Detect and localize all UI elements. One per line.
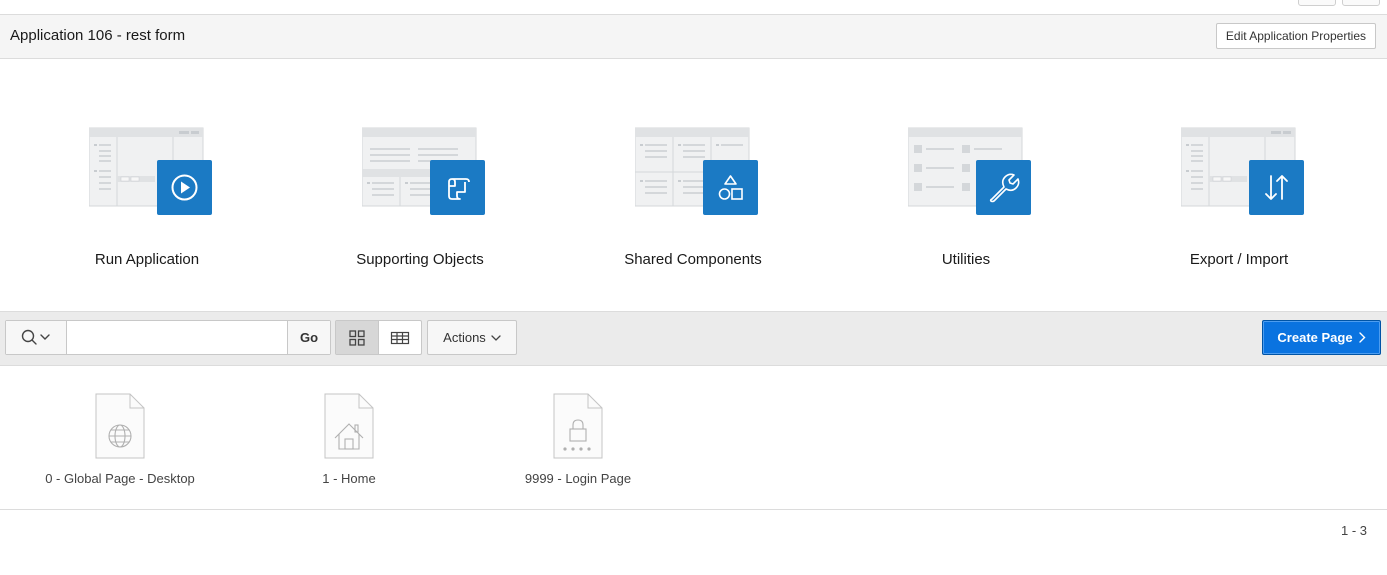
- actions-label: Actions: [443, 330, 486, 345]
- tile-shared-components[interactable]: Shared Components: [583, 60, 803, 310]
- search-bar: Go: [5, 320, 331, 355]
- tile-utilities[interactable]: Utilities: [856, 60, 1076, 310]
- top-strip: [0, 0, 1387, 15]
- search-input[interactable]: [67, 321, 287, 354]
- page-document-icon: [95, 393, 145, 459]
- page-document-icon: [324, 393, 374, 459]
- tile-label: Utilities: [941, 251, 991, 268]
- top-strip-button[interactable]: [1298, 0, 1336, 6]
- table-icon: [390, 331, 409, 344]
- report-view-button[interactable]: [379, 321, 422, 354]
- tile-supporting-objects[interactable]: Supporting Objects: [310, 60, 530, 310]
- tile-label: Export / Import: [1189, 251, 1289, 268]
- edit-application-properties-button[interactable]: Edit Application Properties: [1215, 23, 1376, 49]
- page-item-label: 0 - Global Page - Desktop: [45, 471, 195, 486]
- icon-view-button[interactable]: [336, 321, 379, 354]
- page-item-global[interactable]: 0 - Global Page - Desktop: [20, 367, 220, 507]
- chevron-down-icon: [491, 334, 501, 341]
- go-button[interactable]: Go: [287, 321, 330, 354]
- page-item-home[interactable]: 1 - Home: [249, 367, 449, 507]
- page-item-label: 9999 - Login Page: [524, 471, 632, 486]
- grid-icon: [349, 329, 365, 346]
- create-page-button[interactable]: Create Page: [1262, 320, 1381, 355]
- run-application-illustration: [89, 127, 212, 215]
- create-page-label: Create Page: [1277, 330, 1353, 345]
- search-options-menu[interactable]: [6, 321, 67, 354]
- top-strip-button[interactable]: [1342, 0, 1380, 6]
- chevron-right-icon: [1358, 332, 1366, 343]
- view-toggle: [335, 320, 422, 355]
- pagination-range: 1 - 3: [1340, 523, 1367, 538]
- page-list: 0 - Global Page - Desktop 1 - Home 9999 …: [0, 367, 1387, 510]
- utilities-illustration: [908, 127, 1031, 215]
- page-document-icon: [553, 393, 603, 459]
- export-import-illustration: [1181, 127, 1304, 215]
- tile-label: Shared Components: [624, 251, 762, 268]
- tile-run-application[interactable]: Run Application: [37, 60, 257, 310]
- actions-menu-button[interactable]: Actions: [427, 320, 517, 355]
- page-item-label: 1 - Home: [322, 471, 376, 486]
- shared-components-illustration: [635, 127, 758, 215]
- page-item-login[interactable]: 9999 - Login Page: [478, 367, 678, 507]
- chevron-down-icon: [40, 334, 50, 340]
- tile-label: Run Application: [94, 251, 200, 268]
- tile-label: Supporting Objects: [356, 251, 484, 268]
- page-title: Application 106 - rest form: [10, 27, 186, 44]
- tile-export-import[interactable]: Export / Import: [1129, 60, 1349, 310]
- app-header: Application 106 - rest form Edit Applica…: [0, 15, 1387, 59]
- search-icon: [21, 329, 37, 345]
- dashboard-tiles: Run Application Supporting Objects Share…: [0, 60, 1387, 311]
- supporting-objects-illustration: [362, 127, 485, 215]
- page-toolbar: Go Actions Create Page: [0, 311, 1387, 366]
